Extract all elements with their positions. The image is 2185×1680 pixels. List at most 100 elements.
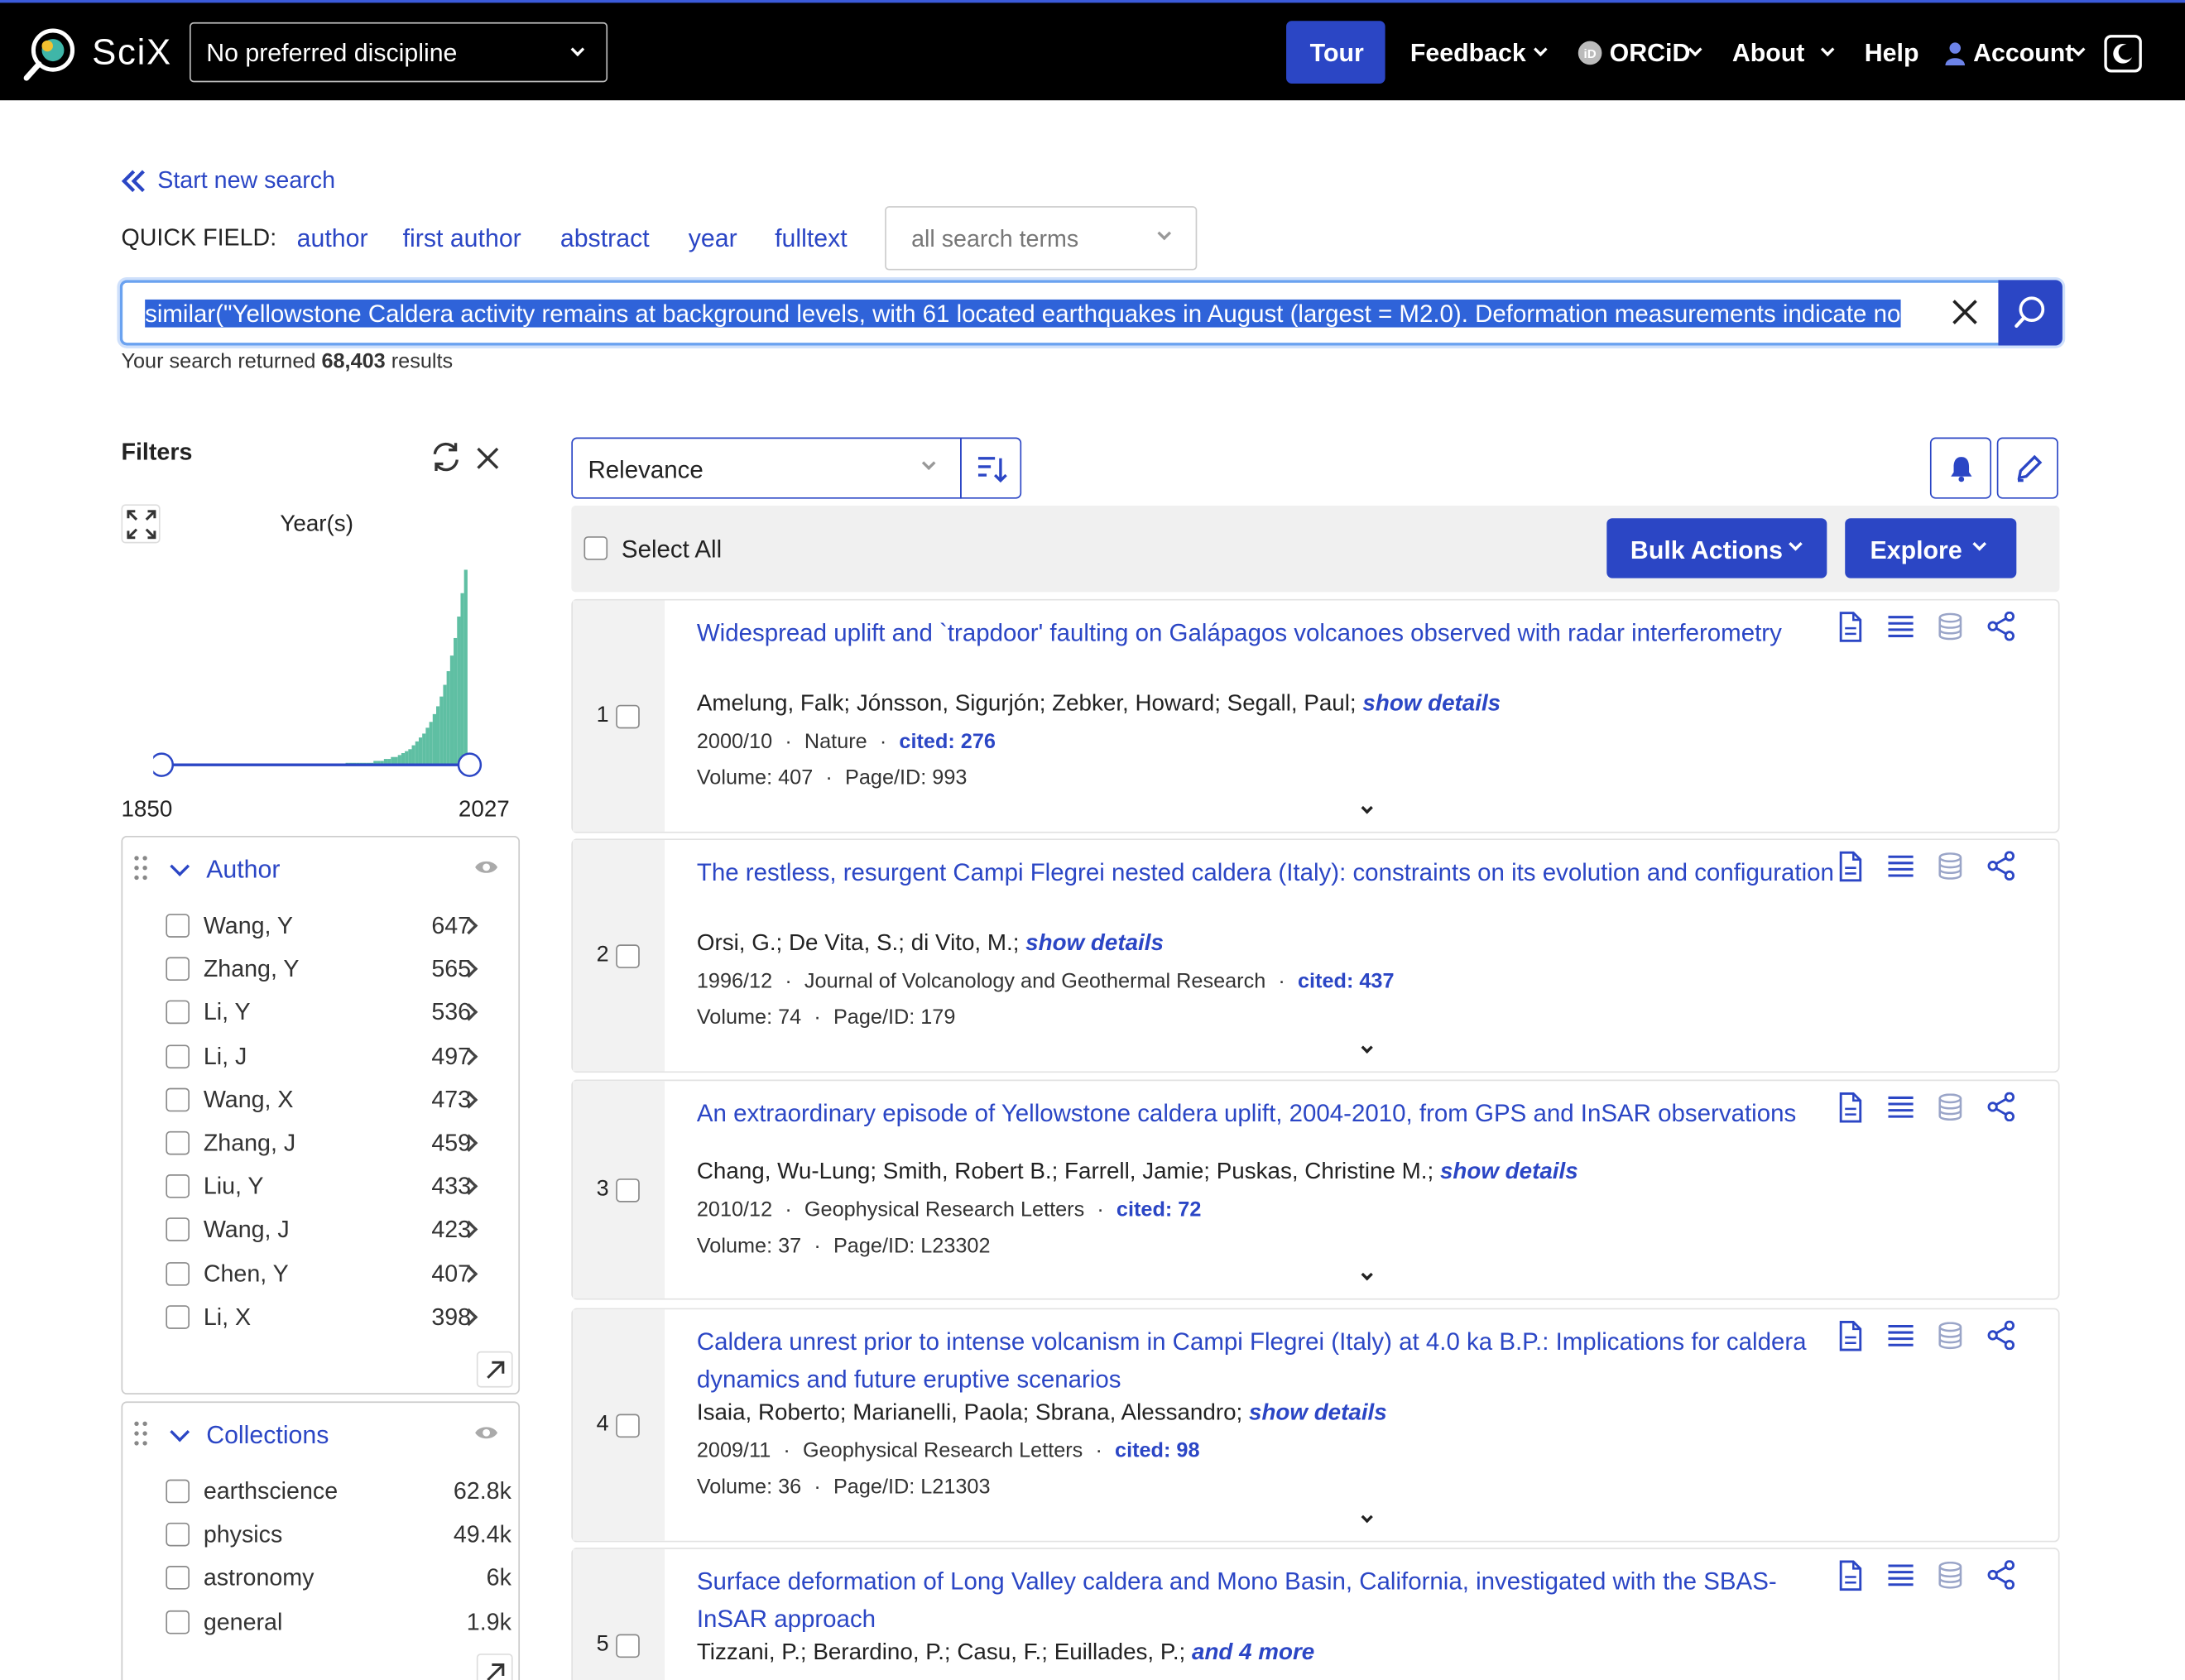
author-facet-item[interactable]: Wang, J 423 [166,1210,514,1251]
facet-checkbox[interactable] [166,1130,190,1155]
author-facet-item[interactable]: Chen, Y 407 [166,1253,514,1294]
feedback-menu[interactable]: Feedback [1410,36,1549,73]
collections-facet-toggle[interactable]: Collections [170,1419,392,1452]
expand-result-chevron-icon[interactable] [1361,802,1373,814]
result-checkbox[interactable] [616,944,640,968]
result-title-link[interactable]: Widespread uplift and `trapdoor' faultin… [697,614,1840,651]
eye-icon[interactable] [473,1423,498,1442]
facet-checkbox[interactable] [166,1217,190,1242]
facet-checkbox[interactable] [166,1304,190,1329]
result-citations-link[interactable]: cited: 276 [899,730,996,754]
search-submit-button[interactable] [1998,280,2063,346]
tour-button[interactable]: Tour [1286,21,1385,84]
database-icon[interactable] [1938,1093,1962,1121]
facet-checkbox[interactable] [166,957,190,982]
abstract-list-icon[interactable] [1888,1095,1914,1119]
author-facet-toggle[interactable]: Author [170,854,365,887]
eye-icon[interactable] [473,858,498,876]
quick-field-first-author[interactable]: first author [403,224,521,253]
close-filters-icon[interactable] [475,446,500,471]
result-citations-link[interactable]: cited: 98 [1115,1439,1199,1463]
result-citations-link[interactable]: cited: 437 [1298,970,1395,994]
author-facet-item[interactable]: Wang, Y 647 [166,905,514,947]
account-menu[interactable]: Account [1945,36,2090,73]
facet-checkbox[interactable] [166,1087,190,1111]
result-checkbox[interactable] [616,1634,640,1658]
database-icon[interactable] [1938,612,1962,641]
facet-checkbox[interactable] [166,1044,190,1068]
quick-field-author[interactable]: author [297,224,368,253]
expand-result-chevron-icon[interactable] [1361,1041,1373,1054]
author-facet-item[interactable]: Zhang, J 459 [166,1123,514,1164]
full-text-icon[interactable] [1838,1092,1863,1123]
full-text-icon[interactable] [1838,612,1863,642]
result-citations-link[interactable]: cited: 72 [1117,1198,1201,1222]
show-details-link[interactable]: and 4 more [1192,1639,1314,1664]
expand-result-chevron-icon[interactable] [1361,1510,1373,1524]
sort-direction-button[interactable] [960,437,1022,499]
expand-result-chevron-icon[interactable] [1361,1269,1373,1281]
result-title-link[interactable]: Caldera unrest prior to intense volcanis… [697,1323,1840,1397]
result-checkbox[interactable] [616,704,640,729]
author-facet-expand-button[interactable] [476,1351,513,1388]
full-text-icon[interactable] [1838,1560,1863,1591]
result-title-link[interactable]: Surface deformation of Long Valley calde… [697,1563,1840,1637]
author-facet-item[interactable]: Li, J 497 [166,1036,514,1078]
show-details-link[interactable]: show details [1440,1159,1578,1184]
start-new-search-link[interactable]: Start new search [121,165,343,198]
collection-facet-item[interactable]: earthscience 62.8k [166,1471,514,1513]
author-facet-item[interactable]: Li, X 398 [166,1297,514,1338]
abstract-list-icon[interactable] [1888,854,1914,878]
result-title-link[interactable]: The restless, resurgent Campi Flegrei ne… [697,854,1840,891]
result-checkbox[interactable] [616,1178,640,1202]
share-icon[interactable] [1987,611,2015,641]
year-min-handle[interactable] [153,752,175,777]
year-max-handle[interactable] [457,752,483,777]
facet-checkbox[interactable] [166,914,190,938]
show-details-link[interactable]: show details [1362,691,1501,716]
clear-search-icon[interactable] [1951,298,1979,326]
facet-checkbox[interactable] [166,1610,190,1634]
explore-button[interactable]: Explore [1845,518,2017,578]
database-icon[interactable] [1938,1322,1962,1350]
author-facet-item[interactable]: Wang, X 473 [166,1079,514,1121]
reset-filters-icon[interactable] [430,442,461,473]
discipline-select[interactable]: No preferred discipline [189,22,608,83]
facet-checkbox[interactable] [166,1001,190,1025]
collection-facet-item[interactable]: astronomy 6k [166,1558,514,1600]
author-facet-item[interactable]: Li, Y 536 [166,992,514,1034]
help-link[interactable]: Help [1865,39,1919,68]
abstract-list-icon[interactable] [1888,1323,1914,1347]
facet-checkbox[interactable] [166,1174,190,1198]
abstract-list-icon[interactable] [1888,1563,1914,1587]
database-icon[interactable] [1938,852,1962,881]
share-icon[interactable] [1987,1320,2015,1351]
dark-mode-toggle[interactable] [2104,35,2142,73]
select-all-checkbox[interactable] [583,536,608,560]
collections-facet-expand-button[interactable] [476,1654,513,1680]
quick-field-fulltext[interactable]: fulltext [775,224,848,253]
collection-facet-item[interactable]: physics 49.4k [166,1514,514,1556]
facet-checkbox[interactable] [166,1523,190,1547]
search-input[interactable]: similar("Yellowstone Caldera activity re… [145,295,1932,332]
facet-checkbox[interactable] [166,1566,190,1591]
full-text-icon[interactable] [1838,851,1863,882]
share-icon[interactable] [1987,1092,2015,1122]
search-terms-select[interactable]: all search terms [885,206,1198,271]
about-menu[interactable]: About [1732,36,1838,73]
sort-select[interactable]: Relevance [571,437,962,499]
facet-checkbox[interactable] [166,1261,190,1286]
email-alert-button[interactable] [1929,437,1992,499]
orcid-menu[interactable]: iD ORCiD [1578,36,1706,73]
author-facet-item[interactable]: Zhang, Y 565 [166,949,514,991]
share-icon[interactable] [1987,851,2015,881]
highlight-button[interactable] [1996,437,2058,499]
full-text-icon[interactable] [1838,1321,1863,1351]
facet-checkbox[interactable] [166,1479,190,1504]
collection-facet-item[interactable]: general 1.9k [166,1601,514,1643]
show-details-link[interactable]: show details [1025,930,1164,955]
expand-year-chart-button[interactable] [121,504,161,544]
scix-logo[interactable]: SciX [22,22,179,84]
result-checkbox[interactable] [616,1414,640,1438]
result-title-link[interactable]: An extraordinary episode of Yellowstone … [697,1095,1853,1132]
